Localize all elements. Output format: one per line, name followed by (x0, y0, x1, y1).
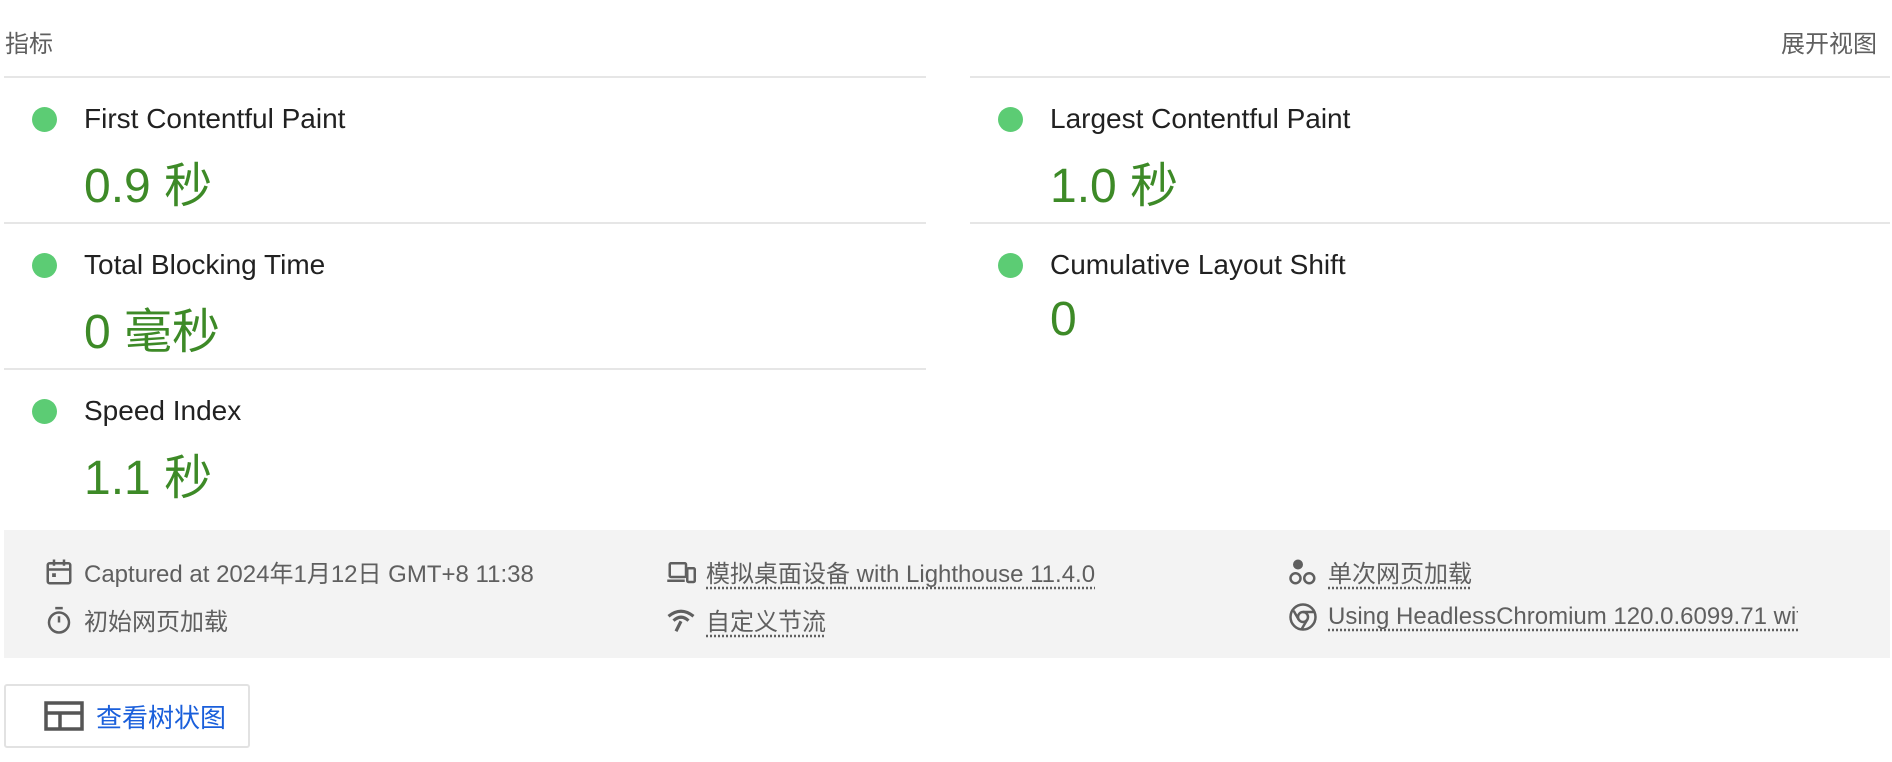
network-throttling[interactable]: 自定义节流 (666, 602, 826, 637)
emulated-device[interactable]: 模拟桌面设备 with Lighthouse 11.4.0 (666, 554, 1095, 589)
view-treemap-button[interactable]: 查看树状图 (4, 684, 250, 748)
single-load-icon (1289, 559, 1316, 584)
expand-view-toggle[interactable]: 展开视图 (1781, 24, 1877, 59)
pass-status-icon (32, 107, 57, 132)
captured-time: Captured at 2024年1月12日 GMT+8 11:38 (44, 554, 534, 589)
calendar-icon (46, 559, 72, 584)
pass-status-icon (32, 253, 57, 278)
load-type-text: 初始网页加载 (84, 609, 228, 636)
metric-name: Cumulative Layout Shift (1050, 249, 1346, 280)
metric-cumulative-layout-shift: Cumulative Layout Shift 0 (970, 222, 1890, 370)
metric-name: First Contentful Paint (84, 103, 346, 134)
metric-value: 0 (1050, 293, 1077, 346)
load-type: 初始网页加载 (44, 602, 228, 637)
pass-status-icon (998, 253, 1023, 278)
metric-value: 0 毫秒 (84, 306, 221, 359)
browser-version[interactable]: Using HeadlessChromium 120.0.6099.71 wit… (1288, 602, 1798, 632)
timer-icon (47, 606, 71, 634)
devices-icon (667, 561, 696, 583)
emulated-device-text[interactable]: 模拟桌面设备 with Lighthouse 11.4.0 (706, 554, 1095, 589)
session-type-text[interactable]: 单次网页加载 (1328, 554, 1472, 589)
metric-total-blocking-time: Total Blocking Time 0 毫秒 (4, 222, 926, 370)
pass-status-icon (998, 107, 1023, 132)
browser-version-text[interactable]: Using HeadlessChromium 120.0.6099.71 wit… (1328, 603, 1798, 631)
session-type[interactable]: 单次网页加载 (1288, 554, 1472, 589)
view-treemap-label[interactable]: 查看树状图 (96, 698, 226, 735)
metric-speed-index: Speed Index 1.1 秒 (4, 368, 926, 516)
metric-value: 1.0 秒 (1050, 160, 1179, 213)
metrics-title: 指标 (5, 31, 53, 58)
metrics-header: 指标 展开视图 (5, 24, 1877, 59)
metric-name: Largest Contentful Paint (1050, 103, 1351, 134)
metric-largest-contentful-paint: Largest Contentful Paint 1.0 秒 (970, 76, 1890, 224)
metric-name: Speed Index (84, 395, 242, 426)
chrome-icon (1289, 603, 1317, 631)
pass-status-icon (32, 399, 57, 424)
metric-name: Total Blocking Time (84, 249, 326, 280)
metric-value: 1.1 秒 (84, 452, 213, 505)
treemap-icon (44, 701, 84, 731)
metric-value: 0.9 秒 (84, 160, 213, 213)
runtime-settings: Captured at 2024年1月12日 GMT+8 11:38 模拟桌面设… (4, 530, 1890, 658)
network-throttling-text[interactable]: 自定义节流 (706, 602, 826, 637)
captured-time-text: Captured at 2024年1月12日 GMT+8 11:38 (84, 561, 534, 588)
signal-icon (667, 609, 695, 632)
metric-first-contentful-paint: First Contentful Paint 0.9 秒 (4, 76, 926, 224)
lighthouse-metrics-panel: 指标 展开视图 First Contentful Paint 0.9 秒 Lar… (0, 0, 1892, 762)
